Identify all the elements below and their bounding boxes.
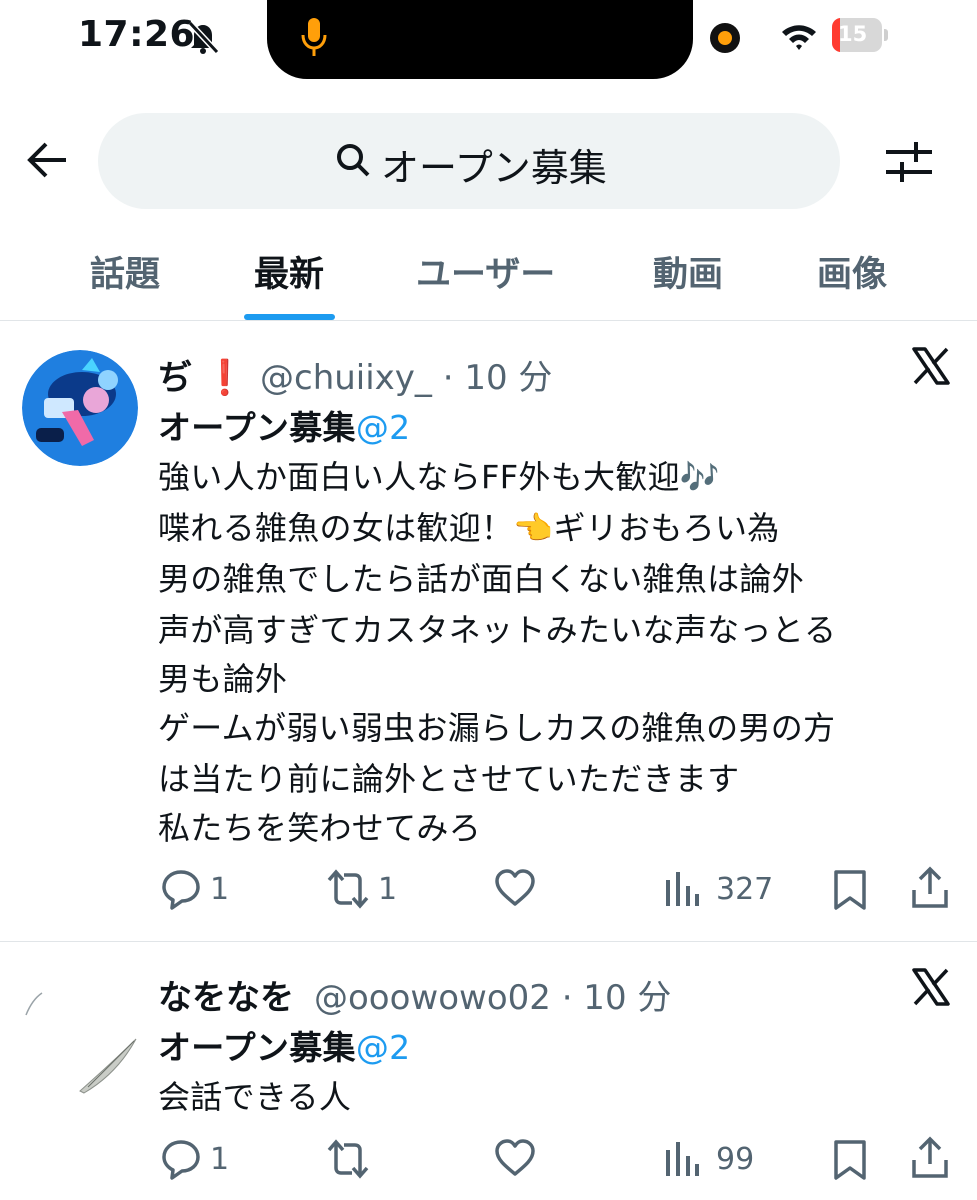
retweet-icon <box>327 869 369 909</box>
views-button[interactable]: 99 <box>664 1138 774 1182</box>
x-logo-icon <box>912 968 950 1006</box>
reply-count: 1 <box>210 872 230 907</box>
share-icon[interactable] <box>910 1136 950 1180</box>
display-name: ぢ ❗ <box>158 358 247 398</box>
retweet-icon <box>327 1139 369 1179</box>
tab-videos[interactable]: 動画 <box>653 246 723 297</box>
views-button[interactable]: 327 <box>664 868 784 912</box>
bookmark-icon[interactable] <box>832 868 868 912</box>
view-count: 327 <box>716 872 774 907</box>
avatar[interactable] <box>18 975 138 1095</box>
tweet-text-line: 男も論外 <box>158 660 288 698</box>
tweet-text-line: ゲームが弱い弱虫お漏らしカスの雑魚の男の方 <box>158 709 836 747</box>
mention-link[interactable]: @2 <box>356 1028 411 1067</box>
search-query: オープン募集 <box>381 146 607 190</box>
tweet-text-line: 男の雑魚でしたら話が面白くない雑魚は論外 <box>158 560 805 598</box>
reply-button[interactable]: 1 <box>160 868 240 912</box>
share-icon[interactable] <box>910 866 950 910</box>
retweet-button[interactable]: 1 <box>326 868 406 912</box>
bell-slash-icon <box>187 20 220 54</box>
display-name: なをなを <box>158 978 294 1018</box>
like-button[interactable] <box>494 1138 538 1182</box>
tweet-title: オープン募集@2 <box>158 408 411 447</box>
tweet-text-line: 声が高すぎてカスタネットみたいな声なっとる <box>158 611 837 649</box>
views-chart-icon <box>666 1142 699 1176</box>
avatar[interactable] <box>22 350 138 466</box>
tweet-title: オープン募集@2 <box>158 1028 411 1067</box>
tweet-text-line: 私たちを笑わせてみろ <box>158 809 482 847</box>
status-time: 17:26 <box>78 14 196 55</box>
views-chart-icon <box>666 872 699 906</box>
tab-images[interactable]: 画像 <box>817 246 887 297</box>
view-count: 99 <box>716 1142 755 1177</box>
heart-icon <box>495 1139 535 1176</box>
like-button[interactable] <box>494 868 538 912</box>
tweet-divider <box>0 941 977 942</box>
mention-link[interactable]: @2 <box>356 408 411 447</box>
active-tab-indicator <box>244 314 335 320</box>
tweet-text-line: 会話できる人 <box>158 1078 352 1116</box>
reply-icon <box>162 1140 200 1180</box>
x-logo-icon <box>912 347 950 385</box>
heart-icon <box>495 869 535 906</box>
search-tabs: 話題 最新 ユーザー 動画 画像 <box>0 230 977 321</box>
tweet-text-line: は当たり前に論外とさせていただきます <box>158 760 740 798</box>
battery-level: 15 <box>838 22 868 46</box>
tab-latest[interactable]: 最新 <box>254 246 324 297</box>
dynamic-island <box>267 0 693 79</box>
recording-dot-icon <box>710 23 740 53</box>
reply-count: 1 <box>210 1142 230 1177</box>
reply-button[interactable]: 1 <box>160 1138 240 1182</box>
battery-charging-icon: 15 <box>832 18 888 52</box>
exclamation-emoji: ❗ <box>203 358 247 398</box>
retweet-button[interactable] <box>326 1138 376 1182</box>
handle-time: @chuiixy_ · 10 分 <box>260 358 553 398</box>
filter-sliders-icon[interactable] <box>884 140 934 184</box>
bookmark-icon[interactable] <box>832 1138 868 1182</box>
search-icon <box>337 144 370 177</box>
retweet-count: 1 <box>378 872 398 907</box>
reply-icon <box>162 870 200 910</box>
tweet-text-line: 喋れる雑魚の女は歓迎！👈ギリおもろい為 <box>158 509 780 547</box>
handle-time: @ooowowo02 · 10 分 <box>314 978 672 1018</box>
status-bar: 17:26 15 <box>0 0 977 80</box>
wifi-icon <box>782 25 816 50</box>
back-arrow-icon[interactable] <box>26 140 70 180</box>
mic-icon <box>301 18 327 56</box>
tab-users[interactable]: ユーザー <box>416 246 555 297</box>
tweet-text-line: 強い人か面白い人ならFF外も大歓迎🎶 <box>158 458 721 496</box>
tab-trending[interactable]: 話題 <box>90 246 160 297</box>
search-input[interactable]: オープン募集 <box>98 113 840 209</box>
